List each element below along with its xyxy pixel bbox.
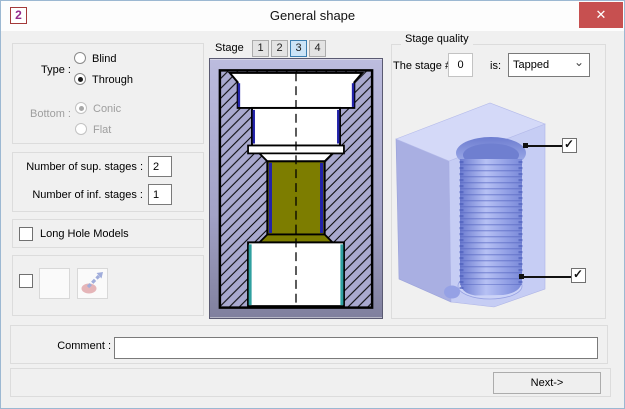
block-left-face bbox=[396, 139, 451, 302]
bottom-label: Bottom : bbox=[15, 108, 71, 120]
stage-button-2[interactable]: 2 bbox=[271, 40, 288, 57]
model-3d-preview bbox=[394, 89, 549, 321]
check-icon: ✓ bbox=[573, 267, 583, 281]
comment-label: Comment : bbox=[31, 340, 111, 352]
thread-bottom-checkbox[interactable]: ✓ bbox=[571, 268, 586, 283]
radio-through[interactable] bbox=[74, 73, 86, 85]
color-checkbox[interactable] bbox=[19, 274, 33, 288]
thread-top-checkbox[interactable]: ✓ bbox=[562, 138, 577, 153]
radio-blind-label[interactable]: Blind bbox=[92, 53, 116, 65]
color-swatch-button[interactable] bbox=[39, 268, 70, 299]
cross-section-drawing bbox=[210, 59, 382, 318]
check-icon: ✓ bbox=[564, 137, 574, 151]
radio-flat-label: Flat bbox=[93, 124, 111, 136]
stage-button-3[interactable]: 3 bbox=[290, 40, 307, 57]
callout-top-line bbox=[528, 145, 562, 147]
long-hole-label[interactable]: Long Hole Models bbox=[40, 228, 129, 240]
quality-dropdown[interactable]: Tapped ⌄ bbox=[508, 53, 590, 77]
comment-input[interactable] bbox=[114, 337, 598, 359]
radio-conic bbox=[75, 102, 87, 114]
stage-number-field[interactable] bbox=[448, 53, 473, 77]
threaded-bore bbox=[460, 159, 522, 296]
inf-stages-input[interactable] bbox=[148, 184, 172, 205]
long-hole-checkbox[interactable] bbox=[19, 227, 33, 241]
eyedropper-icon bbox=[78, 269, 107, 298]
inf-stages-label: Number of inf. stages : bbox=[19, 189, 143, 201]
sup-stages-label: Number of sup. stages : bbox=[19, 161, 143, 173]
stage-quality-group-label: Stage quality bbox=[401, 33, 473, 45]
sup-stages-input[interactable] bbox=[148, 156, 172, 177]
next-button[interactable]: Next-> bbox=[493, 372, 601, 394]
stage-button-4[interactable]: 4 bbox=[309, 40, 326, 57]
stage-2-cavity bbox=[252, 108, 340, 146]
close-icon[interactable]: ✕ bbox=[579, 2, 623, 28]
color-picker-button[interactable] bbox=[77, 268, 108, 299]
radio-blind[interactable] bbox=[74, 52, 86, 64]
is-label: is: bbox=[490, 60, 501, 72]
callout-bottom-line bbox=[524, 276, 571, 278]
stage-number-prefix-label: The stage # bbox=[393, 60, 451, 72]
radio-flat bbox=[75, 123, 87, 135]
chevron-down-icon[interactable]: ⌄ bbox=[574, 51, 584, 73]
quality-dropdown-value: Tapped bbox=[513, 59, 549, 71]
cross-section-panel bbox=[209, 58, 383, 319]
exit-notch bbox=[444, 286, 460, 299]
stage-selector-label: Stage bbox=[215, 42, 244, 54]
dialog-title: General shape bbox=[1, 8, 624, 23]
stage-button-1[interactable]: 1 bbox=[252, 40, 269, 57]
titlebar: 2 General shape ✕ bbox=[1, 1, 624, 31]
type-label: Type : bbox=[26, 64, 71, 76]
radio-conic-label: Conic bbox=[93, 103, 121, 115]
radio-through-label[interactable]: Through bbox=[92, 74, 133, 86]
dialog-general-shape: 2 General shape ✕ Type : Blind Through B… bbox=[0, 0, 625, 409]
